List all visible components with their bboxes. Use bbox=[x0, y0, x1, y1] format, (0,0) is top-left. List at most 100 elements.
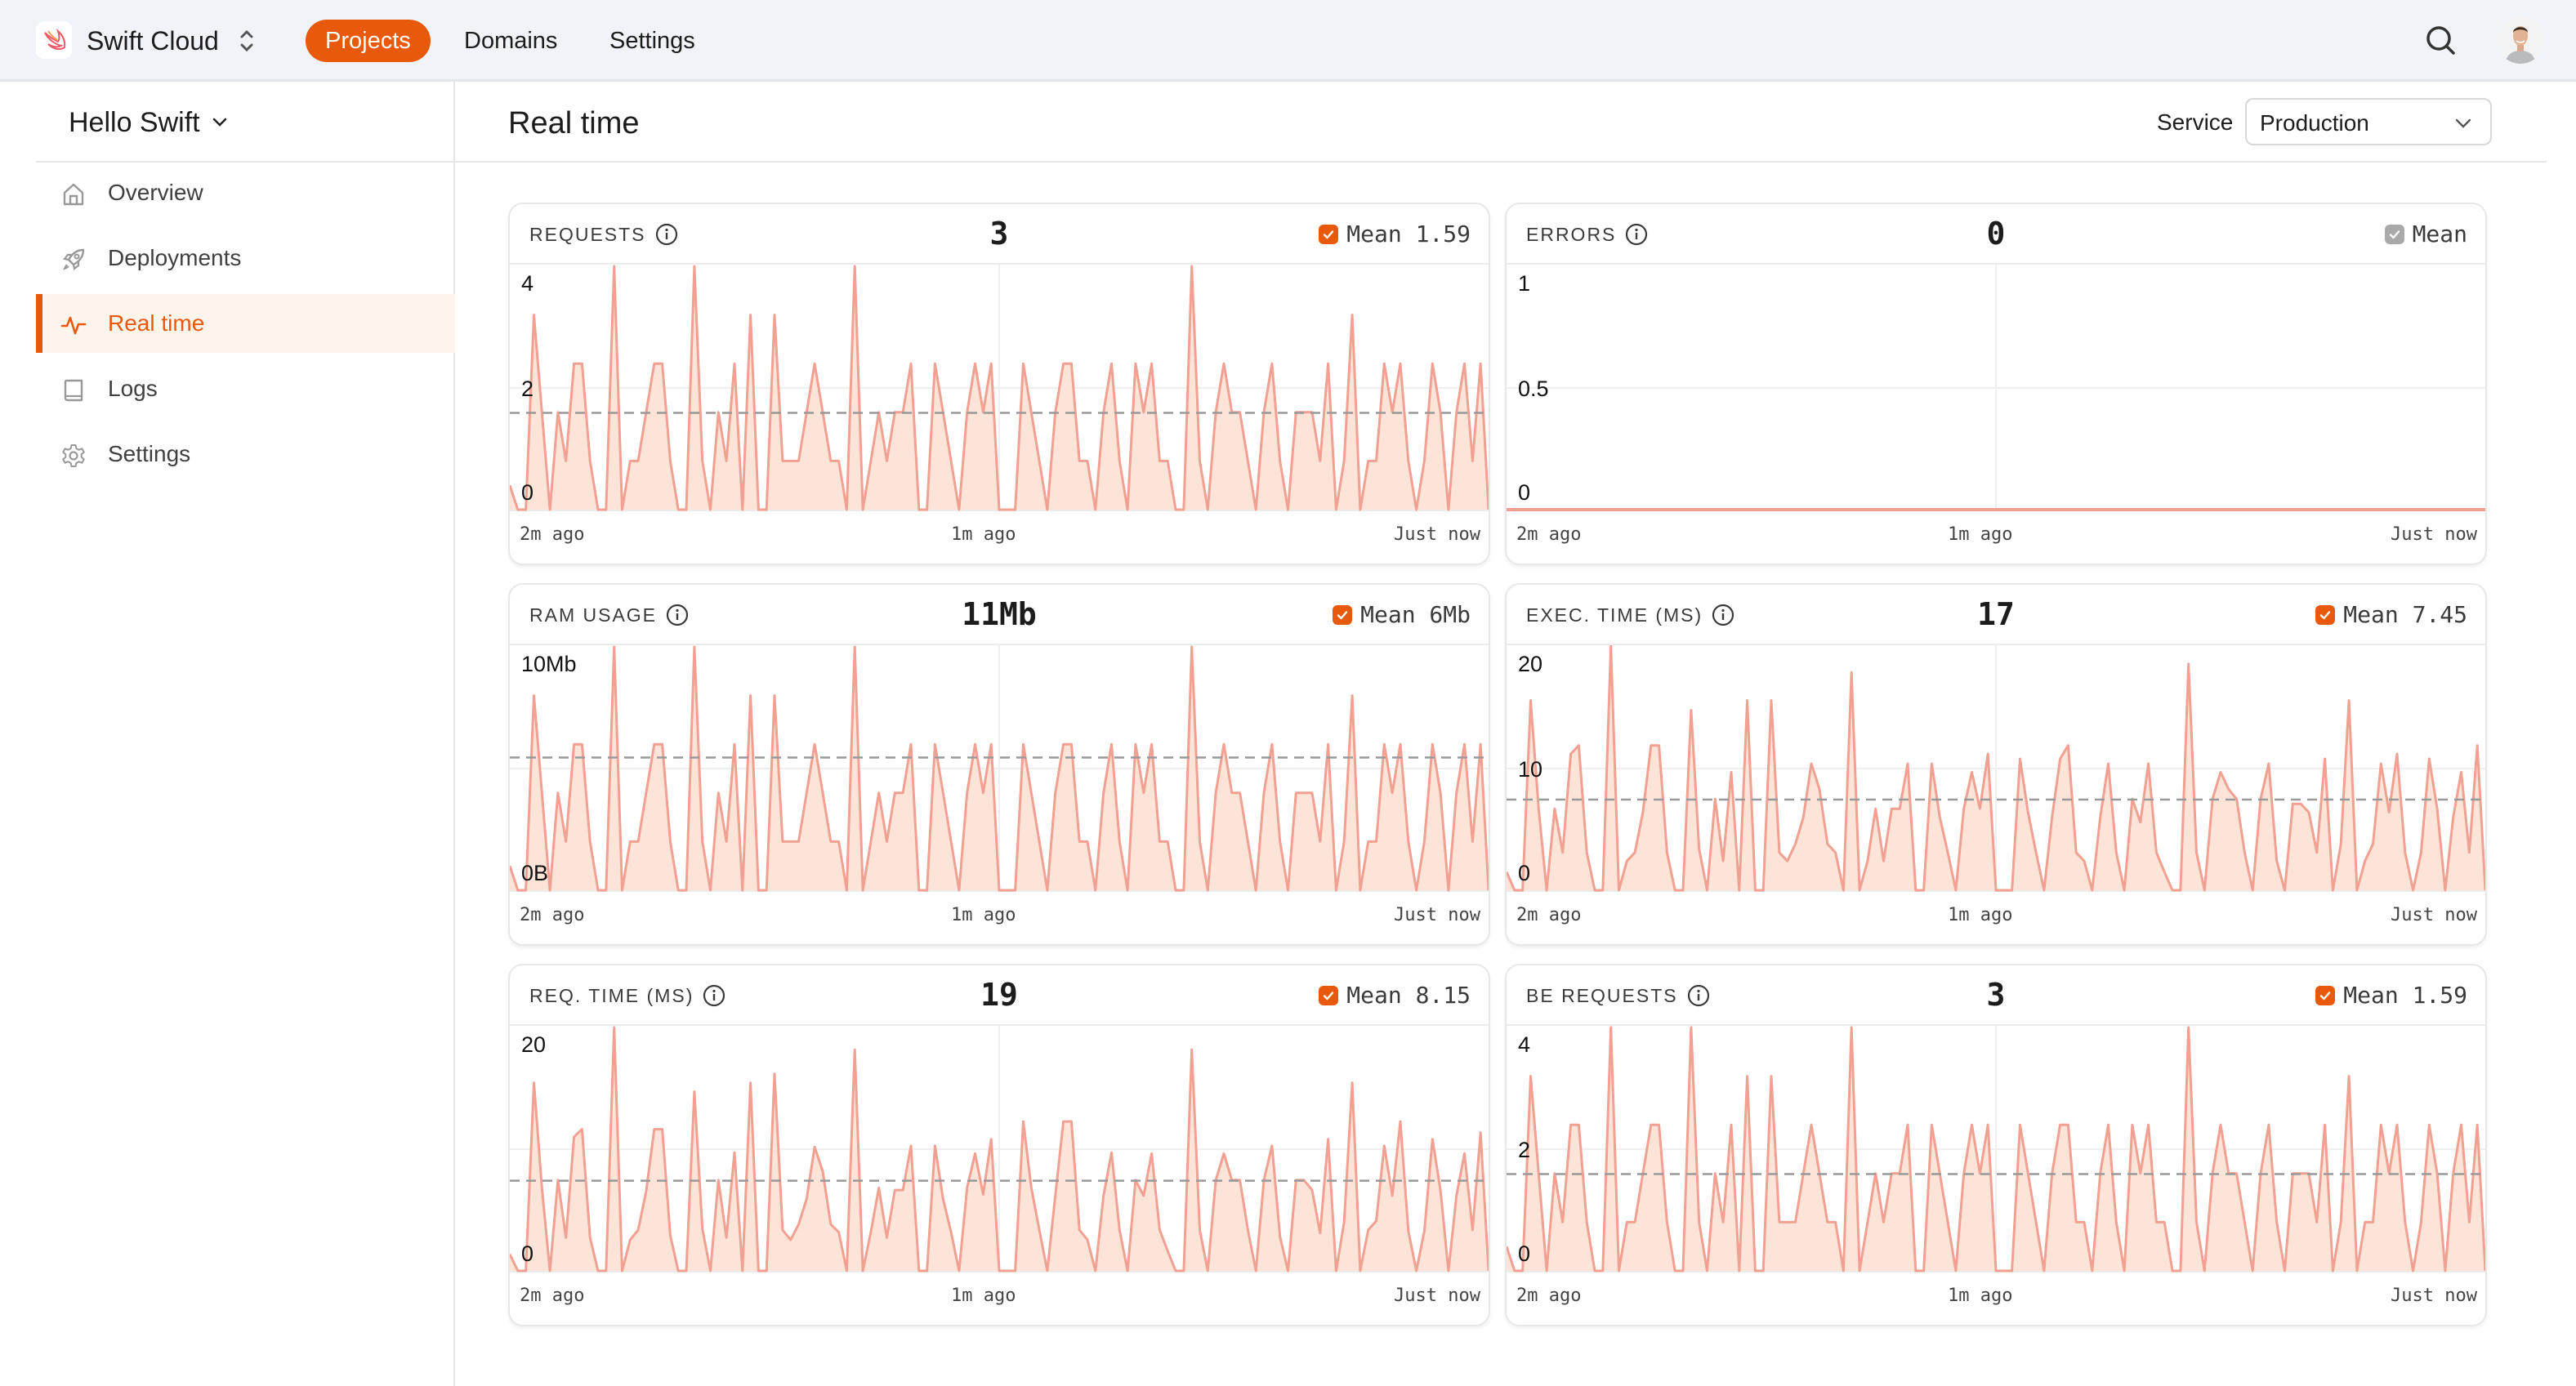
x-axis-labels: 2m ago 1m ago Just now bbox=[510, 1286, 1489, 1310]
x-tick-label: 1m ago bbox=[951, 905, 1016, 925]
mean-label: Mean 6Mb bbox=[1360, 601, 1471, 628]
mean-label-text: Mean bbox=[2412, 221, 2467, 247]
mean-value: 1.59 bbox=[2412, 982, 2467, 1009]
chart-exec-time-ms: 20 10 0 bbox=[1507, 645, 2485, 892]
y-tick-label: 1 bbox=[1518, 271, 1530, 296]
checkbox-icon[interactable] bbox=[1319, 224, 1339, 244]
y-tick-label: 2 bbox=[521, 377, 534, 401]
checkbox-icon[interactable] bbox=[2315, 604, 2336, 625]
swift-logo-icon[interactable] bbox=[36, 21, 72, 59]
y-tick-label: 4 bbox=[1518, 1032, 1530, 1057]
chart-ram-usage: 10Mb 0B bbox=[510, 645, 1489, 892]
y-tick-label: 0 bbox=[521, 480, 534, 505]
y-tick-label: 0B bbox=[521, 861, 548, 885]
mean-toggle[interactable]: Mean bbox=[2384, 221, 2467, 247]
nav-domains[interactable]: Domains bbox=[444, 20, 577, 62]
metric-card-exec-time-ms: EXEC. TIME (MS) 17 Mean 7.45 20 10 0 2m ag… bbox=[1505, 583, 2487, 946]
mean-label: Mean bbox=[2413, 221, 2467, 247]
sidebar-item-real-time[interactable]: Real time bbox=[36, 294, 455, 353]
card-title: ERRORS bbox=[1526, 222, 1649, 247]
service-select[interactable]: Production bbox=[2245, 98, 2492, 145]
mean-label: Mean 1.59 bbox=[1346, 221, 1471, 247]
mean-value: 1.59 bbox=[1415, 221, 1471, 247]
info-icon[interactable] bbox=[1624, 222, 1649, 247]
mean-value: 7.45 bbox=[2412, 601, 2467, 628]
x-tick-label: 1m ago bbox=[951, 1286, 1016, 1306]
page-title: Real time bbox=[508, 106, 640, 140]
mean-label: Mean 1.59 bbox=[2343, 982, 2467, 1009]
info-icon[interactable] bbox=[665, 603, 690, 627]
metric-card-be-requests: BE REQUESTS 3 Mean 1.59 4 2 0 2m ago 1m ag… bbox=[1505, 964, 2487, 1326]
sidebar-divider bbox=[36, 161, 455, 163]
card-header: RAM USAGE 11Mb Mean 6Mb bbox=[510, 585, 1489, 645]
mean-toggle[interactable]: Mean 1.59 bbox=[1319, 221, 1471, 247]
checkbox-icon[interactable] bbox=[2315, 985, 2336, 1005]
search-icon[interactable] bbox=[2423, 23, 2459, 59]
x-axis-labels: 2m ago 1m ago Just now bbox=[1507, 524, 2485, 549]
y-tick-label: 4 bbox=[521, 271, 534, 296]
card-title: BE REQUESTS bbox=[1526, 983, 1711, 1008]
metric-title: RAM USAGE bbox=[529, 604, 658, 626]
nav-projects[interactable]: Projects bbox=[306, 20, 431, 62]
info-icon[interactable] bbox=[654, 222, 679, 247]
y-tick-label: 0 bbox=[521, 1241, 534, 1266]
chart-area: 4 2 0 bbox=[1507, 1026, 2485, 1274]
sidebar-item-deployments[interactable]: Deployments bbox=[36, 229, 455, 287]
y-tick-label: 0 bbox=[1518, 480, 1530, 505]
sidebar-item-label: Logs bbox=[108, 376, 158, 401]
mean-toggle[interactable]: Mean 6Mb bbox=[1333, 601, 1471, 628]
mean-toggle[interactable]: Mean 8.15 bbox=[1319, 982, 1471, 1009]
x-tick-label: 2m ago bbox=[1516, 1286, 1582, 1306]
x-axis-labels: 2m ago 1m ago Just now bbox=[1507, 905, 2485, 929]
card-title: REQUESTS bbox=[529, 222, 679, 247]
chart-area: 20 10 0 bbox=[1507, 645, 2485, 894]
mean-toggle[interactable]: Mean 1.59 bbox=[2315, 982, 2467, 1009]
nav-settings[interactable]: Settings bbox=[590, 20, 715, 62]
mean-toggle[interactable]: Mean 7.45 bbox=[2315, 601, 2467, 628]
mean-label-text: Mean bbox=[1346, 221, 1402, 247]
gear-icon bbox=[60, 443, 87, 469]
chart-area: 20 0 bbox=[510, 1026, 1489, 1274]
x-tick-label: Just now bbox=[2391, 524, 2477, 545]
org-name[interactable]: Swift Cloud bbox=[87, 25, 219, 57]
info-icon[interactable] bbox=[1686, 983, 1711, 1008]
chart-req-time-ms: 20 0 bbox=[510, 1026, 1489, 1272]
info-icon[interactable] bbox=[702, 983, 726, 1008]
card-header: BE REQUESTS 3 Mean 1.59 bbox=[1507, 965, 2485, 1026]
user-avatar[interactable] bbox=[2497, 16, 2544, 64]
y-tick-label: 0 bbox=[1518, 1241, 1530, 1266]
chevron-down-icon bbox=[2455, 118, 2471, 128]
chart-errors: 10.50 bbox=[1507, 265, 2485, 511]
metric-card-requests: REQUESTS 3 Mean 1.59 4 2 0 2m ago 1m ago J… bbox=[508, 203, 1490, 565]
sidebar-item-settings[interactable]: Settings bbox=[36, 425, 455, 484]
sidebar-item-logs[interactable]: Logs bbox=[36, 359, 455, 418]
chart-be-requests: 4 2 0 bbox=[1507, 1026, 2485, 1272]
current-value-row: 0 bbox=[1507, 216, 2485, 252]
x-tick-label: 2m ago bbox=[520, 905, 585, 925]
current-value: 17 bbox=[1977, 596, 2015, 632]
project-switcher[interactable]: Hello Swift bbox=[69, 105, 228, 140]
y-tick-label: 10 bbox=[1518, 757, 1542, 782]
card-title: RAM USAGE bbox=[529, 603, 690, 627]
checkbox-icon[interactable] bbox=[1319, 985, 1339, 1005]
sidebar-item-label: Overview bbox=[108, 180, 203, 205]
y-tick-label: 0 bbox=[1518, 861, 1530, 885]
x-tick-label: Just now bbox=[2391, 1286, 2477, 1306]
metric-title: ERRORS bbox=[1526, 223, 1617, 245]
metric-card-req-time-ms: REQ. TIME (MS) 19 Mean 8.15 20 0 2m ago 1… bbox=[508, 964, 1490, 1326]
current-value: 3 bbox=[989, 216, 1009, 252]
checkbox-icon[interactable] bbox=[1333, 604, 1353, 625]
metric-title: BE REQUESTS bbox=[1526, 984, 1678, 1006]
chevron-up-down-icon[interactable] bbox=[237, 26, 257, 56]
sidebar-item-overview[interactable]: Overview bbox=[36, 163, 455, 222]
checkbox-icon[interactable] bbox=[2384, 224, 2404, 244]
metric-card-ram-usage: RAM USAGE 11Mb Mean 6Mb 10Mb 0B 2m ago 1m… bbox=[508, 583, 1490, 946]
mean-label: Mean 7.45 bbox=[2343, 601, 2467, 628]
card-header: REQUESTS 3 Mean 1.59 bbox=[510, 204, 1489, 265]
info-icon[interactable] bbox=[1711, 603, 1735, 627]
current-value: 0 bbox=[1986, 216, 2006, 252]
y-tick-label: 20 bbox=[521, 1032, 546, 1057]
current-value: 11Mb bbox=[962, 596, 1037, 632]
chart-area: 4 2 0 bbox=[510, 265, 1489, 513]
mean-label-text: Mean bbox=[2343, 601, 2399, 628]
